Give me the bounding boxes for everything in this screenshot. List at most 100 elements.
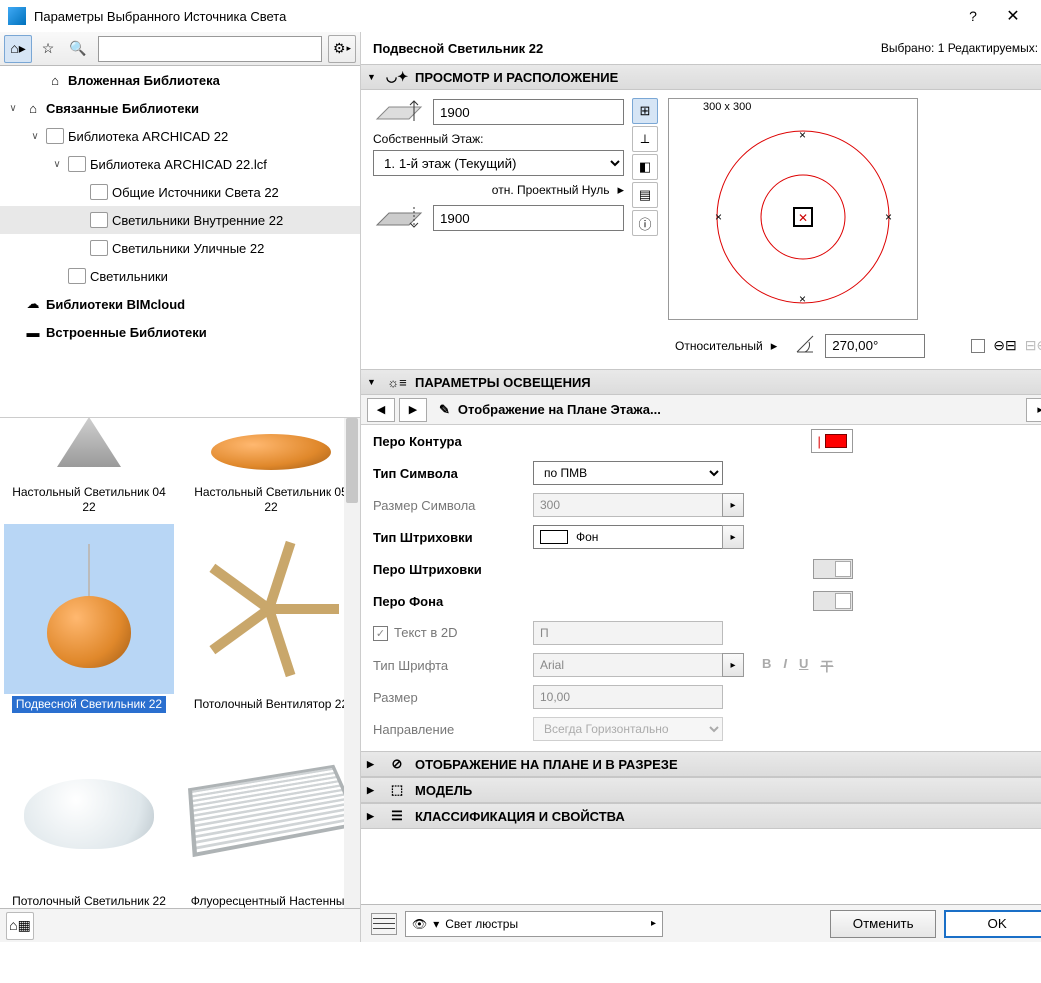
link-icon-1[interactable]: ⊖⊟ (993, 337, 1016, 354)
angle-input[interactable] (825, 334, 925, 358)
own-floor-select[interactable]: 1. 1-й этаж (Текущий) (373, 150, 624, 176)
tree-row[interactable]: Общие Источники Света 22 (0, 178, 360, 206)
layer-selector[interactable]: 👁 ▾ Свет люстры ▸ (405, 911, 663, 937)
height-bottom-input[interactable] (433, 205, 624, 231)
bg-pen-label: Перо Фона (373, 594, 533, 609)
font-type-value: Arial (533, 653, 723, 677)
relative-menu[interactable]: ▸ (771, 338, 778, 354)
tree-row[interactable]: ∨Библиотека ARCHICAD 22 (0, 122, 360, 150)
search-input[interactable] (98, 36, 322, 62)
home-view-button[interactable]: ⌂▸ (4, 35, 32, 63)
ok-button[interactable]: OK (944, 910, 1041, 938)
svg-text:×: × (715, 210, 722, 224)
panel-plan-section-header[interactable]: ▶ ⊘ ОТОБРАЖЕНИЕ НА ПЛАНЕ И В РАЗРЕЗЕ (361, 751, 1041, 777)
object-title: Подвесной Светильник 22 (373, 41, 543, 56)
symbol-type-select[interactable]: по ПМВ (533, 461, 723, 485)
lighting-icon: ☼≡ (387, 373, 407, 391)
panel-classification-header[interactable]: ▶ ☰ КЛАССИФИКАЦИЯ И СВОЙСТВА (361, 803, 1041, 829)
tree-twisty[interactable]: ∨ (50, 159, 64, 170)
tree-row[interactable]: ⌂Вложенная Библиотека (0, 66, 360, 94)
hatch-type-label: Тип Штриховки (373, 530, 533, 545)
hatch-type-menu[interactable]: ▸ (722, 525, 744, 549)
model-icon: ⬚ (387, 781, 407, 799)
left-footer: ⌂▦ (0, 908, 360, 942)
close-button[interactable]: ✕ (993, 6, 1033, 26)
tree-row[interactable]: ▬Встроенные Библиотеки (0, 318, 360, 346)
thumb-item[interactable]: Настольный Светильник 05 22 (186, 422, 356, 516)
height-bottom-icon (373, 204, 425, 232)
right-header: Подвесной Светильник 22 Выбрано: 1 Редак… (361, 32, 1041, 64)
panel-lighting-header[interactable]: ▼ ☼≡ ПАРАМЕТРЫ ОСВЕЩЕНИЯ (361, 369, 1041, 395)
thumb-caption: Потолочный Светильник 22 (8, 893, 170, 908)
bg-pen-toggle[interactable] (813, 591, 853, 611)
hatch-type-field[interactable]: Фон (533, 525, 723, 549)
nav-expand-button[interactable]: ▸ (1026, 398, 1041, 422)
tree-row[interactable]: ∨Библиотека ARCHICAD 22.lcf (0, 150, 360, 178)
preview-body: Собственный Этаж: 1. 1-й этаж (Текущий) … (361, 90, 1041, 328)
favorites-button[interactable]: ☆ (34, 35, 62, 63)
thumbnail-grid[interactable]: Настольный Светильник 04 22Настольный Св… (0, 418, 360, 908)
tree-row[interactable]: Светильники Внутренние 22 (0, 206, 360, 234)
linked-icon: ⌂ (24, 100, 42, 116)
pen-outline-chip[interactable]: | (811, 429, 853, 453)
plan-section-icon: ⊘ (387, 755, 407, 773)
library-manager-button[interactable]: ⌂▦ (6, 912, 34, 940)
strike-button[interactable]: 干 (820, 656, 833, 675)
panel-preview-header[interactable]: ▼ ◡✦ ПРОСМОТР И РАСПОЛОЖЕНИЕ (361, 64, 1041, 90)
thumb-scrollbar[interactable] (344, 418, 360, 908)
thumb-item[interactable]: Потолочный Светильник 22 (4, 721, 174, 908)
row-symbol-size: Размер Символа 300 ▸ (361, 489, 1041, 521)
own-floor-label: Собственный Этаж: (373, 132, 624, 146)
panel-model-header[interactable]: ▶ ⬚ МОДЕЛЬ (361, 777, 1041, 803)
italic-button[interactable]: I (783, 656, 787, 675)
settings-button[interactable]: ⚙▸ (328, 35, 356, 63)
help-button[interactable]: ? (953, 8, 993, 24)
layer-dash: ▾ (433, 917, 439, 931)
tree-row[interactable]: Светильники Уличные 22 (0, 234, 360, 262)
tree-twisty[interactable]: ∨ (6, 103, 20, 114)
folder-icon (90, 240, 108, 256)
chevron-down-icon: ▼ (367, 377, 379, 387)
hatch-pen-toggle[interactable] (813, 559, 853, 579)
folder-icon (68, 156, 86, 172)
tree-row[interactable]: ☁Библиотеки BIMcloud (0, 290, 360, 318)
panel-model-title: МОДЕЛЬ (415, 783, 472, 798)
panel-preview-title: ПРОСМОТР И РАСПОЛОЖЕНИЕ (415, 70, 618, 85)
surface-icon[interactable] (371, 913, 397, 935)
view-3d-icon[interactable]: ⟂ (632, 126, 658, 152)
thumb-item[interactable]: Флуоресцентный Настенный Светильник 22 (186, 721, 356, 908)
tree-row[interactable]: ∨⌂Связанные Библиотеки (0, 94, 360, 122)
tree-label: Общие Источники Света 22 (112, 185, 279, 200)
project-zero-menu[interactable]: ▸ (617, 182, 624, 198)
view-plan-icon[interactable]: ⊞ (632, 98, 658, 124)
underline-button[interactable]: U (799, 656, 808, 675)
tree-row[interactable]: Светильники (0, 262, 360, 290)
thumb-visual (186, 721, 356, 891)
direction-select: Всегда Горизонтально (533, 717, 723, 741)
chevron-down-icon: ▼ (367, 72, 379, 82)
thumb-item[interactable]: Подвесной Светильник 22 (4, 524, 174, 713)
eye-icon: 👁 (412, 917, 427, 931)
symbol-type-label: Тип Символа (373, 466, 533, 481)
search-button[interactable]: 🔍 (64, 35, 92, 63)
mirror-checkbox[interactable] (971, 339, 985, 353)
tree-twisty[interactable]: ∨ (28, 131, 42, 142)
view-front-icon[interactable]: ▤ (632, 182, 658, 208)
thumb-item[interactable]: Настольный Светильник 04 22 (4, 422, 174, 516)
link-icon-2[interactable]: ⊟⊖ (1025, 337, 1041, 354)
library-tree[interactable]: ⌂Вложенная Библиотека∨⌂Связанные Библиот… (0, 66, 360, 418)
thumb-item[interactable]: Потолочный Вентилятор 22 (186, 524, 356, 713)
svg-text:×: × (885, 210, 892, 224)
cancel-button[interactable]: Отменить (830, 910, 936, 938)
bold-button[interactable]: B (762, 656, 771, 675)
font-type-menu[interactable]: ▸ (722, 653, 744, 677)
view-side-icon[interactable]: ◧ (632, 154, 658, 180)
nav-next-button[interactable]: ▶ (399, 398, 427, 422)
info-icon[interactable]: ⓘ (632, 210, 658, 236)
preview-canvas[interactable]: 300 x 300 × × × × ✕ (668, 98, 918, 320)
svg-text:×: × (799, 128, 806, 142)
height-top-input[interactable] (433, 99, 624, 125)
nav-prev-button[interactable]: ◀ (367, 398, 395, 422)
text2d-checkbox[interactable]: ✓ (373, 626, 388, 641)
symbol-size-menu[interactable]: ▸ (722, 493, 744, 517)
